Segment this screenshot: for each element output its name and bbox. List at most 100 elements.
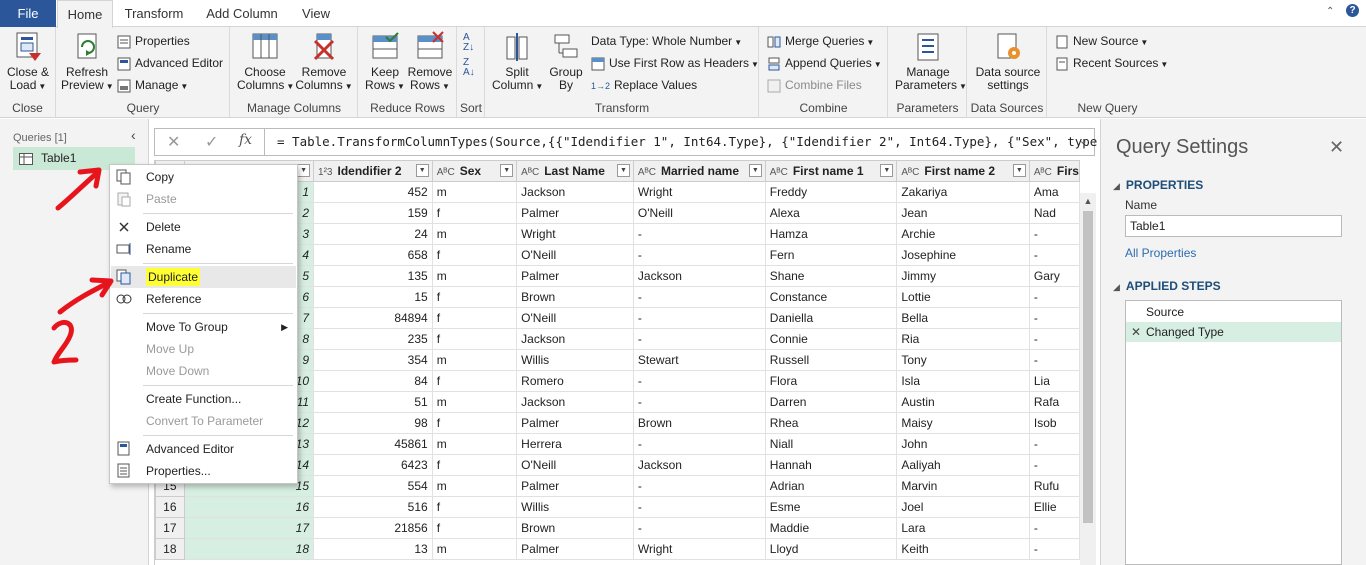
table-cell[interactable]: f: [431, 412, 518, 434]
table-cell[interactable]: Jackson: [516, 391, 634, 413]
type-icon[interactable]: AᴮC: [638, 167, 656, 178]
table-cell[interactable]: Wright: [632, 181, 766, 203]
formula-text[interactable]: = Table.TransformColumnTypes(Source,{{"I…: [277, 134, 1150, 149]
table-cell[interactable]: Wright: [632, 538, 766, 560]
table-cell[interactable]: Jean: [896, 202, 1030, 224]
table-cell[interactable]: m: [431, 265, 518, 287]
column-header[interactable]: AᴮC Firs: [1028, 160, 1080, 182]
table-cell[interactable]: -: [1028, 538, 1080, 560]
table-cell[interactable]: Maddie: [764, 517, 898, 539]
table-cell[interactable]: -: [632, 370, 766, 392]
table-cell[interactable]: Zakariya: [896, 181, 1030, 203]
table-cell[interactable]: 135: [313, 265, 433, 287]
table-cell[interactable]: f: [431, 244, 518, 266]
table-cell[interactable]: Ria: [896, 328, 1030, 350]
filter-dropdown-icon[interactable]: ▼: [880, 164, 894, 177]
confirm-icon[interactable]: ✓: [205, 132, 218, 152]
group-by-button[interactable]: Group By: [544, 31, 588, 92]
table-cell[interactable]: Keith: [896, 538, 1030, 560]
vertical-scrollbar[interactable]: ▲: [1080, 193, 1096, 565]
new-source-button[interactable]: New Source ▼: [1055, 31, 1148, 51]
table-cell[interactable]: m: [431, 433, 518, 455]
menu-properties[interactable]: Properties...: [111, 460, 296, 482]
column-header[interactable]: AᴮC First name 1 ▼: [764, 160, 898, 182]
table-row[interactable]: 18 18 13 m Palmer Wright Lloyd Keith -: [155, 538, 1080, 560]
manage-button[interactable]: Manage ▼: [117, 75, 188, 95]
table-cell[interactable]: Ellie: [1028, 496, 1080, 518]
table-cell[interactable]: -: [1028, 286, 1080, 308]
menu-create-function[interactable]: Create Function...: [111, 388, 296, 410]
table-cell[interactable]: 6423: [313, 454, 433, 476]
table-cell[interactable]: Esme: [764, 496, 898, 518]
merge-queries-button[interactable]: Merge Queries ▼: [767, 31, 874, 51]
table-cell[interactable]: Nad: [1028, 202, 1080, 224]
table-cell[interactable]: 235: [313, 328, 433, 350]
table-cell[interactable]: Constance: [764, 286, 898, 308]
table-row[interactable]: 17 17 21856 f Brown - Maddie Lara -: [155, 517, 1080, 539]
table-cell[interactable]: Jackson: [516, 181, 634, 203]
table-cell[interactable]: Ama: [1028, 181, 1080, 203]
table-cell[interactable]: Daniella: [764, 307, 898, 329]
table-cell[interactable]: Marvin: [896, 475, 1030, 497]
table-cell[interactable]: Shane: [764, 265, 898, 287]
all-properties-link[interactable]: All Properties: [1125, 246, 1196, 260]
menu-move-to-group[interactable]: Move To Group ▶: [111, 316, 296, 338]
row-number[interactable]: 16: [155, 496, 185, 518]
refresh-preview-button[interactable]: Refresh Preview ▼: [61, 31, 114, 93]
table-cell[interactable]: 84: [313, 370, 433, 392]
table-cell[interactable]: f: [431, 307, 518, 329]
menu-move-down[interactable]: Move Down: [111, 360, 296, 382]
table-cell[interactable]: 21856: [313, 517, 433, 539]
table-cell[interactable]: Alexa: [764, 202, 898, 224]
table-cell[interactable]: 17: [183, 517, 315, 539]
table-cell[interactable]: O'Neill: [516, 307, 634, 329]
filter-dropdown-icon[interactable]: ▼: [297, 164, 311, 177]
table-cell[interactable]: John: [896, 433, 1030, 455]
filter-dropdown-icon[interactable]: ▼: [616, 164, 630, 177]
table-cell[interactable]: 554: [313, 475, 433, 497]
table-cell[interactable]: -: [632, 391, 766, 413]
table-cell[interactable]: 45861: [313, 433, 433, 455]
table-cell[interactable]: 15: [313, 286, 433, 308]
table-cell[interactable]: m: [431, 223, 518, 245]
combine-files-button[interactable]: Combine Files: [767, 75, 862, 95]
choose-columns-button[interactable]: Choose Columns ▼: [237, 31, 294, 93]
table-cell[interactable]: 98: [313, 412, 433, 434]
table-cell[interactable]: -: [632, 517, 766, 539]
column-header[interactable]: AᴮC Married name ▼: [632, 160, 766, 182]
table-cell[interactable]: 452: [313, 181, 433, 203]
data-source-settings-button[interactable]: Data source settings: [972, 31, 1044, 92]
table-cell[interactable]: f: [431, 496, 518, 518]
keep-rows-button[interactable]: Keep Rows ▼: [363, 31, 407, 93]
menu-move-up[interactable]: Move Up: [111, 338, 296, 360]
tab-transform[interactable]: Transform: [118, 0, 190, 27]
table-cell[interactable]: Russell: [764, 349, 898, 371]
menu-duplicate[interactable]: Duplicate: [111, 266, 296, 288]
table-cell[interactable]: 516: [313, 496, 433, 518]
close-icon[interactable]: ✕: [1329, 137, 1344, 158]
type-icon[interactable]: AᴮC: [901, 167, 919, 178]
table-cell[interactable]: Tony: [896, 349, 1030, 371]
table-cell[interactable]: Isla: [896, 370, 1030, 392]
use-first-row-headers-button[interactable]: Use First Row as Headers ▼: [591, 53, 759, 73]
table-cell[interactable]: -: [632, 286, 766, 308]
type-icon[interactable]: AᴮC: [521, 167, 539, 178]
table-cell[interactable]: -: [632, 475, 766, 497]
type-icon[interactable]: AᴮC: [770, 167, 788, 178]
table-cell[interactable]: Willis: [516, 496, 634, 518]
table-cell[interactable]: 159: [313, 202, 433, 224]
fx-icon[interactable]: fx: [239, 132, 252, 148]
table-cell[interactable]: 658: [313, 244, 433, 266]
table-cell[interactable]: O'Neill: [516, 244, 634, 266]
menu-paste[interactable]: Paste: [111, 188, 296, 210]
step-changed-type[interactable]: ✕ Changed Type: [1126, 322, 1341, 342]
table-row[interactable]: 16 16 516 f Willis - Esme Joel Ellie: [155, 496, 1080, 518]
table-cell[interactable]: Jimmy: [896, 265, 1030, 287]
table-cell[interactable]: Herrera: [516, 433, 634, 455]
table-cell[interactable]: m: [431, 391, 518, 413]
table-cell[interactable]: -: [1028, 328, 1080, 350]
table-cell[interactable]: Palmer: [516, 475, 634, 497]
table-cell[interactable]: O'Neill: [516, 454, 634, 476]
cancel-icon[interactable]: ✕: [167, 132, 180, 152]
table-cell[interactable]: Brown: [516, 517, 634, 539]
